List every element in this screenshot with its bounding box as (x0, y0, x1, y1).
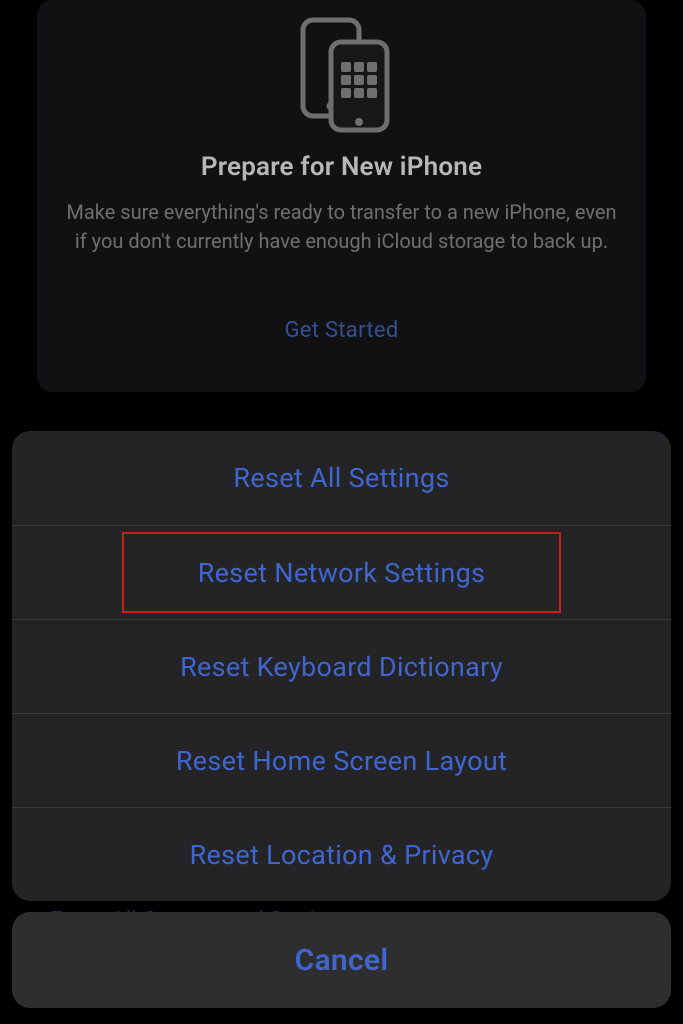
reset-action-sheet: Reset All Settings Reset Network Setting… (12, 431, 671, 901)
action-item-label: Reset Network Settings (198, 557, 486, 589)
two-iphones-icon (287, 14, 397, 134)
prepare-new-iphone-card: Prepare for New iPhone Make sure everyth… (37, 0, 646, 392)
reset-home-screen-layout-option[interactable]: Reset Home Screen Layout (12, 713, 671, 807)
action-item-label: Reset Location & Privacy (190, 839, 494, 871)
cancel-button[interactable]: Cancel (12, 912, 671, 1008)
prepare-card-description: Make sure everything's ready to transfer… (65, 198, 618, 256)
reset-location-privacy-option[interactable]: Reset Location & Privacy (12, 807, 671, 901)
reset-network-settings-option[interactable]: Reset Network Settings (12, 525, 671, 619)
cancel-button-label: Cancel (295, 943, 389, 978)
reset-keyboard-dictionary-option[interactable]: Reset Keyboard Dictionary (12, 619, 671, 713)
action-item-label: Reset Keyboard Dictionary (180, 651, 503, 683)
action-item-label: Reset All Settings (233, 462, 449, 494)
reset-all-settings-option[interactable]: Reset All Settings (12, 431, 671, 525)
action-item-label: Reset Home Screen Layout (176, 745, 507, 777)
prepare-card-title: Prepare for New iPhone (37, 152, 646, 182)
get-started-link[interactable]: Get Started (37, 318, 646, 343)
